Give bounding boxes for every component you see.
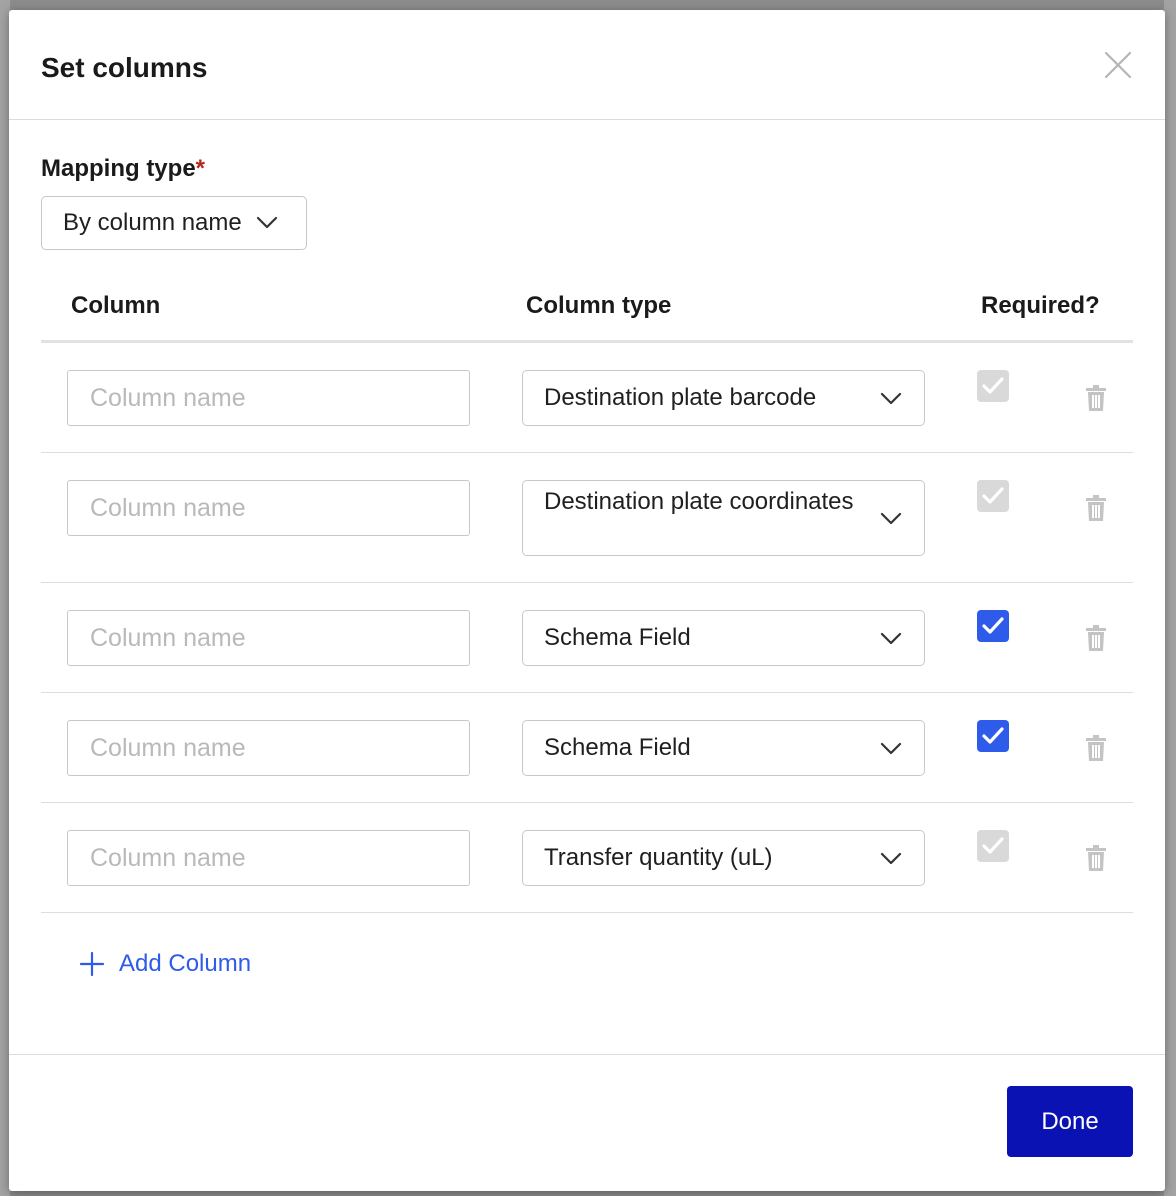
trash-icon[interactable] [1085,625,1107,651]
column-type-header: Column type [526,292,672,319]
close-icon [1104,51,1132,79]
set-columns-modal: Set columns Mapping type* By column name… [9,10,1165,1191]
required-checkbox[interactable] [977,370,1009,402]
chevron-down-icon [880,512,902,525]
check-icon [982,377,1004,394]
column-name-input[interactable] [67,610,470,666]
mapping-type-select[interactable]: By column name [41,196,307,250]
trash-icon[interactable] [1085,385,1107,411]
column-type-select[interactable]: Destination plate barcode [522,370,925,426]
plus-icon [79,951,105,977]
chevron-down-icon [880,852,902,865]
check-icon [982,617,1004,634]
table-row: Schema Field [41,693,1133,803]
chevron-down-icon [880,392,902,405]
column-type-select[interactable]: Schema Field [522,610,925,666]
done-button[interactable]: Done [1007,1086,1133,1157]
add-column-label: Add Column [119,950,252,977]
column-type-value: Destination plate coordinates [544,488,854,515]
required-checkbox[interactable] [977,480,1009,512]
check-icon [982,837,1004,854]
close-button[interactable] [1103,50,1133,80]
add-column-button[interactable]: Add Column [79,950,251,978]
modal-header: Set columns [9,10,1165,120]
chevron-down-icon [256,216,277,229]
mapping-type-value: By column name [63,209,242,236]
check-icon [982,487,1004,504]
check-icon [982,727,1004,744]
column-name-input[interactable] [67,370,470,426]
trash-icon[interactable] [1085,495,1107,521]
column-header: Column [71,292,161,319]
column-type-value: Schema Field [544,734,691,761]
table-row: Destination plate coordinates [41,453,1133,583]
column-name-input[interactable] [67,480,470,536]
required-star: * [195,155,206,182]
trash-icon[interactable] [1085,735,1107,761]
footer-divider [9,1054,1165,1055]
required-checkbox[interactable] [977,610,1009,642]
background-page-right [1164,0,1176,1196]
chevron-down-icon [880,742,902,755]
mapping-type-label-text: Mapping type [41,155,196,182]
modal-title: Set columns [41,52,208,83]
column-type-value: Transfer quantity (uL) [544,844,773,871]
column-type-value: Schema Field [544,624,691,651]
table-row: Transfer quantity (uL) [41,803,1133,913]
required-header: Required? [981,292,1100,319]
column-type-value: Destination plate barcode [544,384,817,411]
chevron-down-icon [880,632,902,645]
column-type-select[interactable]: Schema Field [522,720,925,776]
column-name-input[interactable] [67,830,470,886]
column-name-input[interactable] [67,720,470,776]
required-checkbox[interactable] [977,720,1009,752]
table-row: Schema Field [41,583,1133,693]
required-checkbox[interactable] [977,830,1009,862]
trash-icon[interactable] [1085,845,1107,871]
column-type-select[interactable]: Transfer quantity (uL) [522,830,925,886]
table-row: Destination plate barcode [41,343,1133,453]
column-type-select[interactable]: Destination plate coordinates [522,480,925,556]
mapping-type-label: Mapping type* [41,155,205,183]
